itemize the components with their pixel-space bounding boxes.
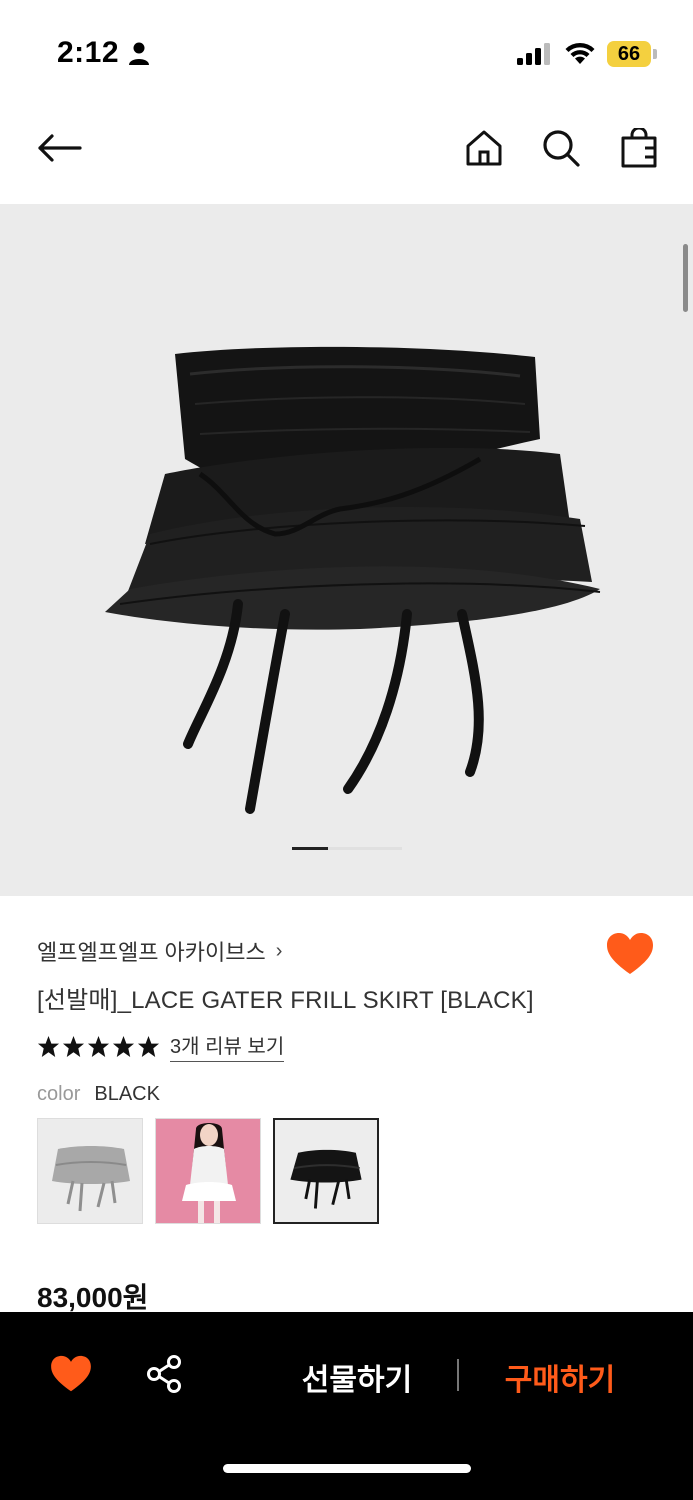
- heart-icon[interactable]: [50, 1355, 92, 1393]
- star-rating: [37, 1035, 160, 1058]
- shopping-bag-icon: [621, 128, 657, 168]
- color-swatches: [37, 1118, 379, 1224]
- brand-link[interactable]: 엘프엘프엘프 아카이브스 ›: [37, 935, 282, 967]
- color-row: color BLACK: [37, 1083, 160, 1106]
- color-label: color: [37, 1083, 81, 1105]
- search-button[interactable]: [536, 123, 586, 173]
- gray-skirt-thumbnail: [38, 1119, 142, 1223]
- star-icon: [87, 1035, 110, 1057]
- buy-button[interactable]: 구매하기: [485, 1355, 635, 1397]
- cellular-signal-icon: [517, 43, 550, 65]
- chevron-right-icon: ›: [275, 939, 283, 962]
- product-image: [105, 346, 601, 814]
- search-icon: [543, 130, 580, 167]
- battery-level: 66: [607, 41, 651, 67]
- person-icon: [129, 42, 149, 65]
- star-icon: [62, 1035, 85, 1057]
- bar-divider: [457, 1359, 459, 1391]
- battery-tip: [653, 49, 657, 59]
- cart-button[interactable]: [614, 123, 664, 173]
- status-bar: 2:12 66: [0, 0, 693, 100]
- wifi-icon: [565, 42, 595, 64]
- star-icon: [37, 1035, 60, 1057]
- brand-name: 엘프엘프엘프 아카이브스: [37, 940, 266, 965]
- back-arrow-icon: [38, 134, 82, 162]
- swatch-model[interactable]: [155, 1118, 261, 1224]
- home-icon: [466, 130, 502, 166]
- price: 83,000원: [37, 1282, 149, 1313]
- bottom-action-bar: 선물하기 구매하기: [0, 1312, 693, 1500]
- rating-row: 3개 리뷰 보기: [37, 1030, 285, 1062]
- swatch-gray[interactable]: [37, 1118, 143, 1224]
- swatch-black[interactable]: [273, 1118, 379, 1224]
- status-time: 2:12: [57, 36, 120, 69]
- top-nav-bar: [0, 100, 693, 204]
- scrollbar[interactable]: [683, 244, 688, 312]
- back-button[interactable]: [34, 123, 84, 173]
- star-icon: [112, 1035, 135, 1057]
- black-skirt-thumbnail: [275, 1120, 377, 1222]
- battery-indicator: 66: [607, 41, 657, 67]
- home-indicator[interactable]: [223, 1464, 471, 1473]
- gallery-pager: [292, 847, 402, 850]
- model-photo-thumbnail: [156, 1119, 260, 1223]
- heart-icon[interactable]: [606, 932, 654, 976]
- review-link[interactable]: 3개 리뷰 보기: [170, 1030, 285, 1062]
- gift-button[interactable]: 선물하기: [282, 1355, 432, 1397]
- product-image-gallery[interactable]: [0, 204, 693, 896]
- color-value: BLACK: [94, 1083, 160, 1105]
- product-name: [선발매]_LACE GATER FRILL SKIRT [BLACK]: [37, 987, 534, 1014]
- gallery-pager-active: [292, 847, 328, 850]
- star-icon: [137, 1035, 160, 1057]
- share-icon[interactable]: [145, 1354, 185, 1394]
- home-button[interactable]: [459, 123, 509, 173]
